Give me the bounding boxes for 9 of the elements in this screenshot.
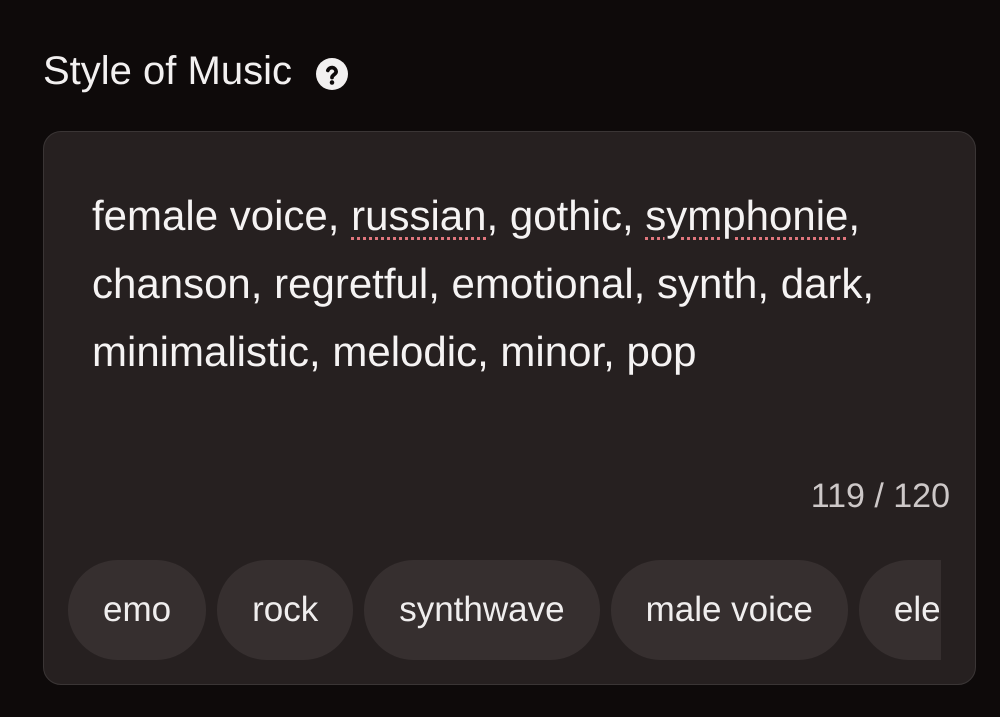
help-icon[interactable] [316,58,348,90]
suggestion-chip[interactable]: ele [858,560,941,660]
suggestion-chip[interactable]: emo [68,560,206,660]
suggestion-chip[interactable]: rock [217,560,354,660]
character-counter: 119 / 120 [810,476,950,516]
style-textarea[interactable]: female voice, russian, gothic, symphonie, chanson, regretful, emotional, synth, dark, minimalistic, melodic, minor, pop [68,132,950,476]
suggestion-chip[interactable]: male voice [610,560,848,660]
field-label: Style of Music [43,48,292,95]
suggestion-chip[interactable]: synthwave [364,560,600,660]
